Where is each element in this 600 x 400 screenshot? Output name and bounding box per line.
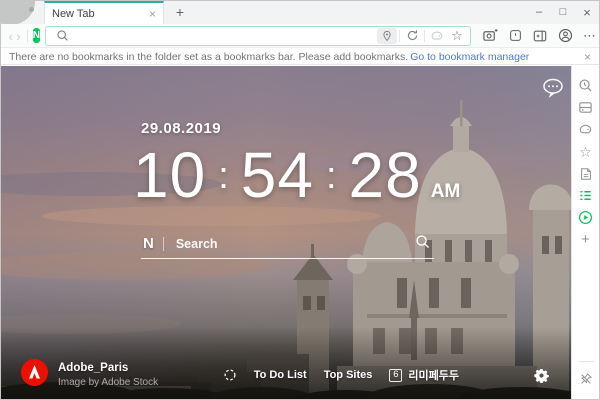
clock-minutes: 54 [241,146,314,205]
address-divider-2 [424,30,425,42]
address-divider [399,30,400,42]
bookmarks-bar-close-icon[interactable]: × [584,50,591,64]
toolbar: ‹ › N ☆ [1,24,599,48]
location-pin-icon[interactable] [377,28,397,44]
sidebar-play-icon[interactable] [577,209,595,226]
sidebar-unpin-icon[interactable] [577,370,595,388]
toolbar-right-buttons: ⋯ [481,27,599,45]
naver-logo[interactable]: N [33,28,40,43]
wallpaper-title: Adobe_Paris [58,362,158,374]
tab-new-tab[interactable]: New Tab × [44,1,164,24]
sidebar-toggle-icon[interactable] [531,27,549,45]
clock-display: 10 : 54 : 28 AM [133,146,460,205]
sidebar-scrapbook-icon[interactable] [577,165,595,182]
sidebar-checklist-icon[interactable] [577,187,595,204]
desktop-corner-dot [29,7,34,12]
top-sites-button[interactable]: Top Sites [324,369,373,381]
title-bar: New Tab × + – □ × [1,1,599,24]
whale-sidebar: ☆ + [571,66,599,399]
browser-window: New Tab × + – □ × ‹ › N [0,0,600,400]
search-input[interactable] [174,236,415,252]
maximize-button[interactable]: □ [551,1,575,24]
search-divider [163,237,164,251]
naver-search-logo: N [143,235,154,252]
clock-separator: : [326,157,337,195]
sidebar-search-icon[interactable] [577,77,595,94]
sidebar-bookmarks-icon[interactable]: ☆ [577,143,595,160]
clock-separator: : [218,157,229,195]
sidebar-card-icon[interactable] [577,99,595,116]
user-chip[interactable]: 6 리미페두두 [389,367,459,383]
window-controls: – □ × [527,1,599,24]
talk-bubble-icon[interactable] [541,77,565,99]
sidebar-whale-icon[interactable] [577,121,595,138]
clock-meridiem: AM [431,181,461,203]
settings-gear-icon[interactable] [534,368,549,383]
address-input[interactable] [72,29,377,43]
capture-icon[interactable] [481,27,499,45]
clock-seconds: 28 [349,146,422,205]
tab-close-icon[interactable]: × [149,8,156,20]
bookmarks-bar: There are no bookmarks in the folder set… [1,49,599,65]
back-button[interactable]: ‹ [7,27,15,45]
wallpaper-credit-block: Adobe_Paris Image by Adobe Stock [21,359,158,391]
mobile-window-icon[interactable] [506,27,524,45]
footer-right-cluster: To Do List Top Sites 6 리미페두두 [223,367,549,383]
minimize-button[interactable]: – [527,1,551,24]
menu-icon[interactable]: ⋯ [581,27,599,45]
forward-button[interactable]: › [15,27,23,45]
search-icon [52,28,72,44]
close-window-button[interactable]: × [575,1,599,24]
footer-bar: Adobe_Paris Image by Adobe Stock To Do L… [21,359,549,391]
new-tab-page: 29.08.2019 10 : 54 : 28 AM N Adob [1,66,573,399]
tab-title: New Tab [52,8,149,20]
new-tab-button[interactable]: + [172,4,188,20]
wallpaper-refresh-icon[interactable] [223,368,237,382]
reload-icon[interactable] [402,28,422,44]
user-name: 리미페두두 [408,367,459,383]
whale-icon[interactable] [427,28,447,44]
bookmark-star-icon[interactable]: ☆ [447,28,467,44]
sidebar-add-icon[interactable]: + [577,231,595,248]
sidebar-divider [578,361,594,362]
wallpaper-search-bar[interactable]: N [141,233,434,259]
user-badge: 6 [389,369,402,382]
desktop-corner-decoration [0,0,35,25]
profile-icon[interactable] [556,27,574,45]
clock-hours: 10 [133,146,206,205]
bookmarks-empty-message: There are no bookmarks in the folder set… [9,51,408,63]
wallpaper-credit: Image by Adobe Stock [58,377,158,388]
date-display: 29.08.2019 [141,120,221,137]
adobe-logo-icon [21,359,48,391]
bookmark-manager-link[interactable]: Go to bookmark manager [410,51,529,63]
address-bar[interactable]: ☆ [45,26,471,46]
todo-list-button[interactable]: To Do List [254,369,307,381]
search-submit-icon[interactable] [415,234,430,254]
